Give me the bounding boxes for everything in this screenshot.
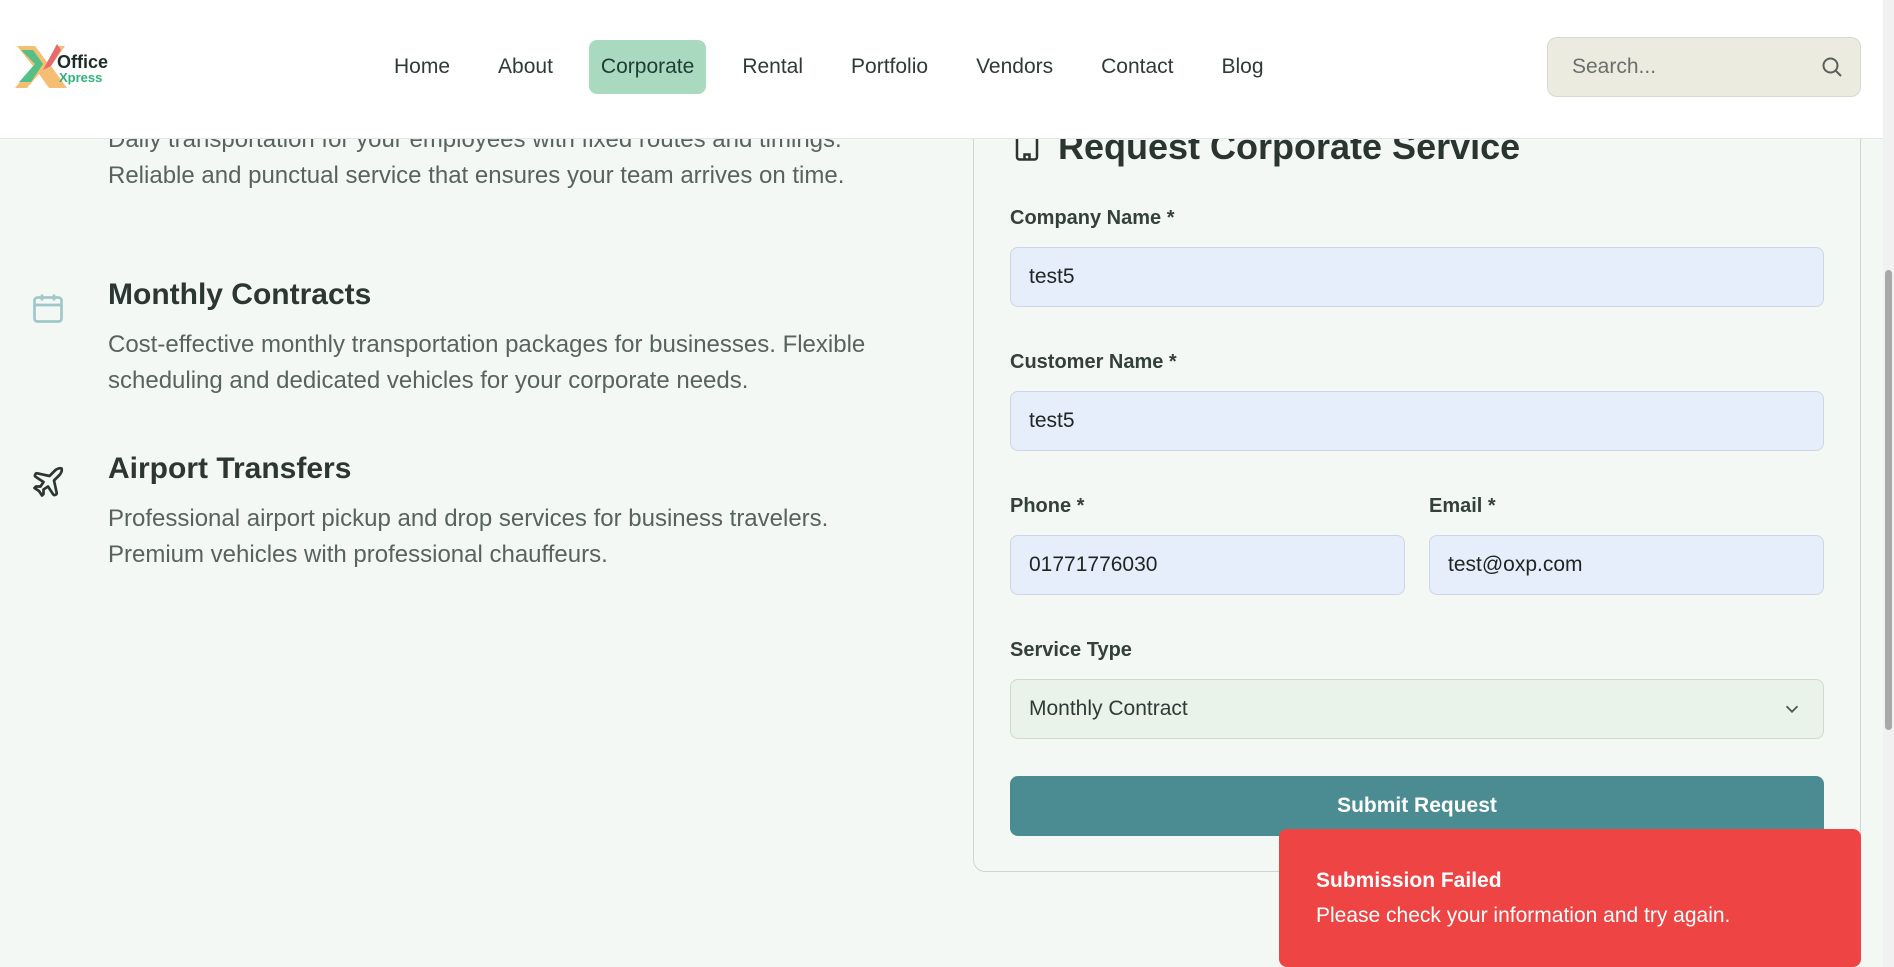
service-title: Monthly Contracts: [108, 278, 372, 311]
nav-rental[interactable]: Rental: [730, 40, 815, 94]
calendar-icon: [33, 294, 63, 323]
svg-text:Office: Office: [57, 52, 108, 72]
chevron-down-icon: [1785, 705, 1799, 714]
search-input[interactable]: [1548, 38, 1808, 96]
email-label: Email *: [1429, 495, 1496, 517]
service-desc-line: Premium vehicles with professional chauf…: [108, 541, 608, 568]
service-desc: Professional airport pickup and drop ser…: [108, 501, 908, 573]
toast-title: Submission Failed: [1316, 869, 1502, 892]
nav-home[interactable]: Home: [382, 40, 462, 94]
airplane-icon: [33, 466, 64, 497]
nav-corporate[interactable]: Corporate: [588, 40, 707, 94]
company-name-label: Company Name *: [1010, 207, 1175, 229]
phone-field[interactable]: [1010, 535, 1405, 595]
nav-about[interactable]: About: [486, 40, 565, 94]
service-desc: Cost-effective monthly transportation pa…: [108, 327, 908, 399]
error-toast[interactable]: Submission Failed Please check your info…: [1279, 829, 1861, 967]
page-scrollbar[interactable]: [1883, 0, 1894, 967]
phone-label: Phone *: [1010, 495, 1085, 517]
scrollbar-thumb[interactable]: [1885, 270, 1892, 730]
nav-contact[interactable]: Contact: [1089, 40, 1185, 94]
toast-message: Please check your information and try ag…: [1316, 904, 1731, 927]
submit-request-button[interactable]: Submit Request: [1010, 776, 1824, 836]
svg-text:Xpress: Xpress: [59, 70, 102, 85]
nav-blog[interactable]: Blog: [1210, 40, 1276, 94]
service-desc-line: Reliable and punctual service that ensur…: [108, 162, 845, 189]
customer-name-label: Customer Name *: [1010, 351, 1177, 373]
service-desc-line: scheduling and dedicated vehicles for yo…: [108, 367, 749, 394]
office-xpress-logo[interactable]: Office Xpress: [13, 40, 113, 96]
site-header: Office Xpress Home About Corporate Renta…: [0, 0, 1883, 139]
customer-name-field[interactable]: [1010, 391, 1824, 451]
company-name-field[interactable]: [1010, 247, 1824, 307]
service-desc-line: Cost-effective monthly transportation pa…: [108, 331, 866, 358]
corporate-request-form: Request Corporate Service Company Name *…: [973, 100, 1861, 872]
search-box: [1547, 37, 1861, 97]
service-type-select[interactable]: Monthly Contract: [1010, 679, 1824, 739]
service-desc-line: Professional airport pickup and drop ser…: [108, 505, 829, 532]
nav-portfolio[interactable]: Portfolio: [839, 40, 940, 94]
service-title: Airport Transfers: [108, 452, 352, 485]
main-nav: Home About Corporate Rental Portfolio Ve…: [370, 40, 1288, 94]
service-type-value: Monthly Contract: [1029, 697, 1188, 720]
email-field[interactable]: [1429, 535, 1824, 595]
nav-vendors[interactable]: Vendors: [964, 40, 1065, 94]
search-icon[interactable]: [1820, 55, 1844, 79]
service-type-label: Service Type: [1010, 639, 1132, 661]
